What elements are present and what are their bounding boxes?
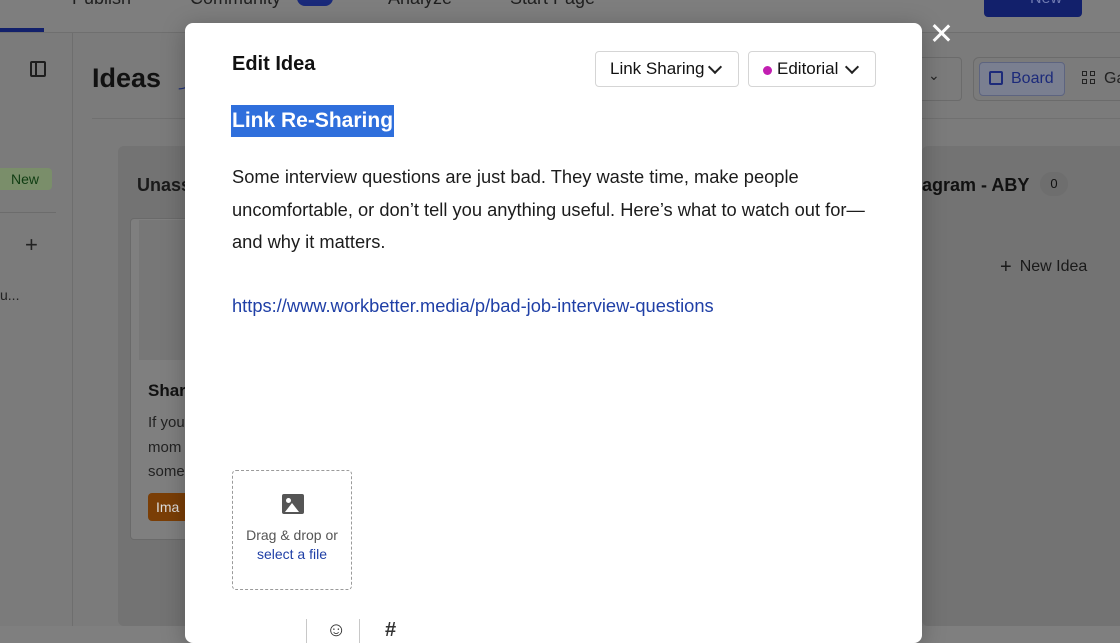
sidebar-collapse-icon[interactable] [30,61,46,77]
community-badge [297,0,333,6]
card-text-line: some [148,463,185,480]
card-text-line: mom [148,439,182,456]
group-dropdown-value: Link Sharing [610,59,705,78]
board-icon [989,71,1003,85]
grid-icon[interactable] [1082,71,1096,85]
new-post-label: New [1030,0,1062,8]
chevron-down-icon [707,59,723,75]
sidebar-truncated-item[interactable]: u... [0,287,19,303]
page-title: Ideas [92,63,162,93]
sidebar-add-icon[interactable]: + [25,232,38,258]
idea-link[interactable]: https://www.workbetter.media/p/bad-job-i… [232,295,714,317]
media-dropzone[interactable]: Drag & drop or select a file [232,470,352,590]
image-icon [282,494,304,514]
label-dropdown-value: Editorial [777,59,839,78]
sidebar-divider [0,212,56,213]
close-icon[interactable] [928,20,954,46]
column-title: Unass [137,175,192,195]
nav-item-analyze[interactable]: Analyze [388,0,452,9]
label-dropdown[interactable]: Editorial [748,51,876,87]
emoji-icon[interactable]: ☺ [326,619,346,642]
card-title: Shar [148,381,186,400]
board-column-instagram [922,146,1120,626]
board-view-label: Board [1011,70,1054,87]
nav-item-publish[interactable]: Publish [72,0,131,9]
idea-title-field[interactable]: Link Re-Sharing [231,105,395,137]
active-tab-indicator [0,28,44,32]
chevron-down-icon [844,59,860,75]
new-idea-label: New Idea [1019,258,1088,275]
nav-item-start-page[interactable]: Start Page [510,0,595,9]
toolbar-divider [359,619,360,643]
new-idea-button[interactable]: + New Idea [1000,256,1087,279]
column-count-badge: 0 [1040,172,1068,196]
chevron-down-icon: ⌄ [928,67,940,83]
label-color-dot [763,66,772,75]
gallery-view-label[interactable]: Ga [1104,70,1120,88]
edit-idea-modal: Edit Idea Link Sharing Editorial Link Re… [185,23,922,643]
nav-item-community[interactable]: Community [190,0,281,9]
plus-icon: + [1000,256,1012,278]
modal-title: Edit Idea [232,53,316,75]
idea-body-text[interactable]: Some interview questions are just bad. T… [232,161,872,259]
sidebar [0,33,73,626]
group-dropdown[interactable]: Link Sharing [595,51,739,87]
dropzone-text: Drag & drop or [246,527,338,543]
new-badge: New [0,168,52,190]
toolbar-divider [306,619,307,643]
card-text-line: If you [148,414,185,431]
hashtag-icon[interactable]: # [385,619,396,642]
column-title: agram - ABY [922,175,1030,195]
select-file-link[interactable]: select a file [233,546,351,562]
